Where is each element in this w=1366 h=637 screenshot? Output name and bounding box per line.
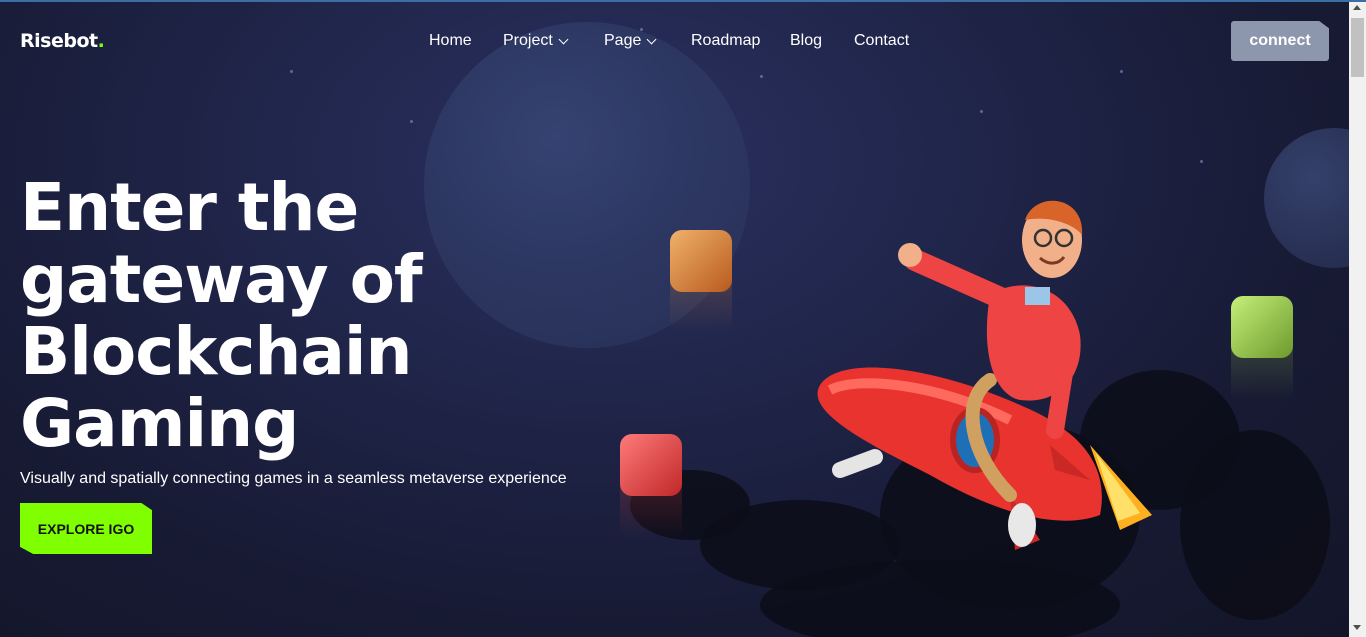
connect-button[interactable]: connect (1231, 21, 1329, 61)
nav-item-project[interactable]: Project (503, 32, 569, 50)
character-cube-icon (1231, 296, 1293, 358)
nav-item-home[interactable]: Home (429, 32, 472, 50)
hero-section: Risebot. Home Project Page Roadmap Blog … (0, 0, 1349, 637)
hero-title-line: Gaming (20, 385, 299, 462)
star-dot (760, 75, 763, 78)
window-top-border (0, 0, 1366, 2)
hero-title: Enter the gateway of Blockchain Gaming (20, 172, 540, 460)
scroll-down-arrow-icon[interactable] (1353, 625, 1361, 630)
brand-dot: . (97, 30, 105, 52)
nav-item-page[interactable]: Page (604, 32, 657, 50)
nav-item-blog[interactable]: Blog (790, 32, 822, 50)
character-cube-icon (670, 230, 732, 292)
star-dot (980, 110, 983, 113)
star-dot (640, 28, 643, 31)
nav-label: Roadmap (691, 32, 761, 49)
nav-label: Home (429, 32, 472, 49)
nav-label: Page (604, 32, 642, 49)
hero-title-line: Enter the (20, 169, 359, 246)
nav-item-roadmap[interactable]: Roadmap (691, 32, 760, 50)
smoke-cloud (1180, 430, 1330, 620)
rocket-character-illustration (817, 200, 1152, 550)
chevron-down-icon (646, 34, 657, 44)
chevron-down-icon (558, 34, 569, 44)
hero-title-line: gateway of (20, 241, 423, 318)
character-cube-icon (620, 434, 682, 496)
star-dot (410, 120, 413, 123)
nav-label: Project (503, 32, 553, 49)
nav-label: Blog (790, 32, 823, 49)
brand-logo[interactable]: Risebot. (20, 30, 105, 52)
star-dot (1120, 70, 1123, 73)
explore-igo-button[interactable]: EXPLORE IGO (20, 503, 152, 554)
star-dot (290, 70, 293, 73)
nav-item-contact[interactable]: Contact (854, 32, 909, 50)
scrollbar-thumb[interactable] (1351, 18, 1364, 77)
brand-name: Risebot (20, 30, 98, 52)
hero-title-line: Blockchain (20, 313, 413, 390)
page-scrollbar[interactable] (1349, 0, 1366, 637)
star-dot (1200, 160, 1203, 163)
scroll-up-arrow-icon[interactable] (1353, 5, 1361, 10)
small-planet-graphic (1264, 128, 1349, 268)
nav-label: Contact (854, 32, 910, 49)
hero-subtitle: Visually and spatially connecting games … (20, 470, 567, 487)
